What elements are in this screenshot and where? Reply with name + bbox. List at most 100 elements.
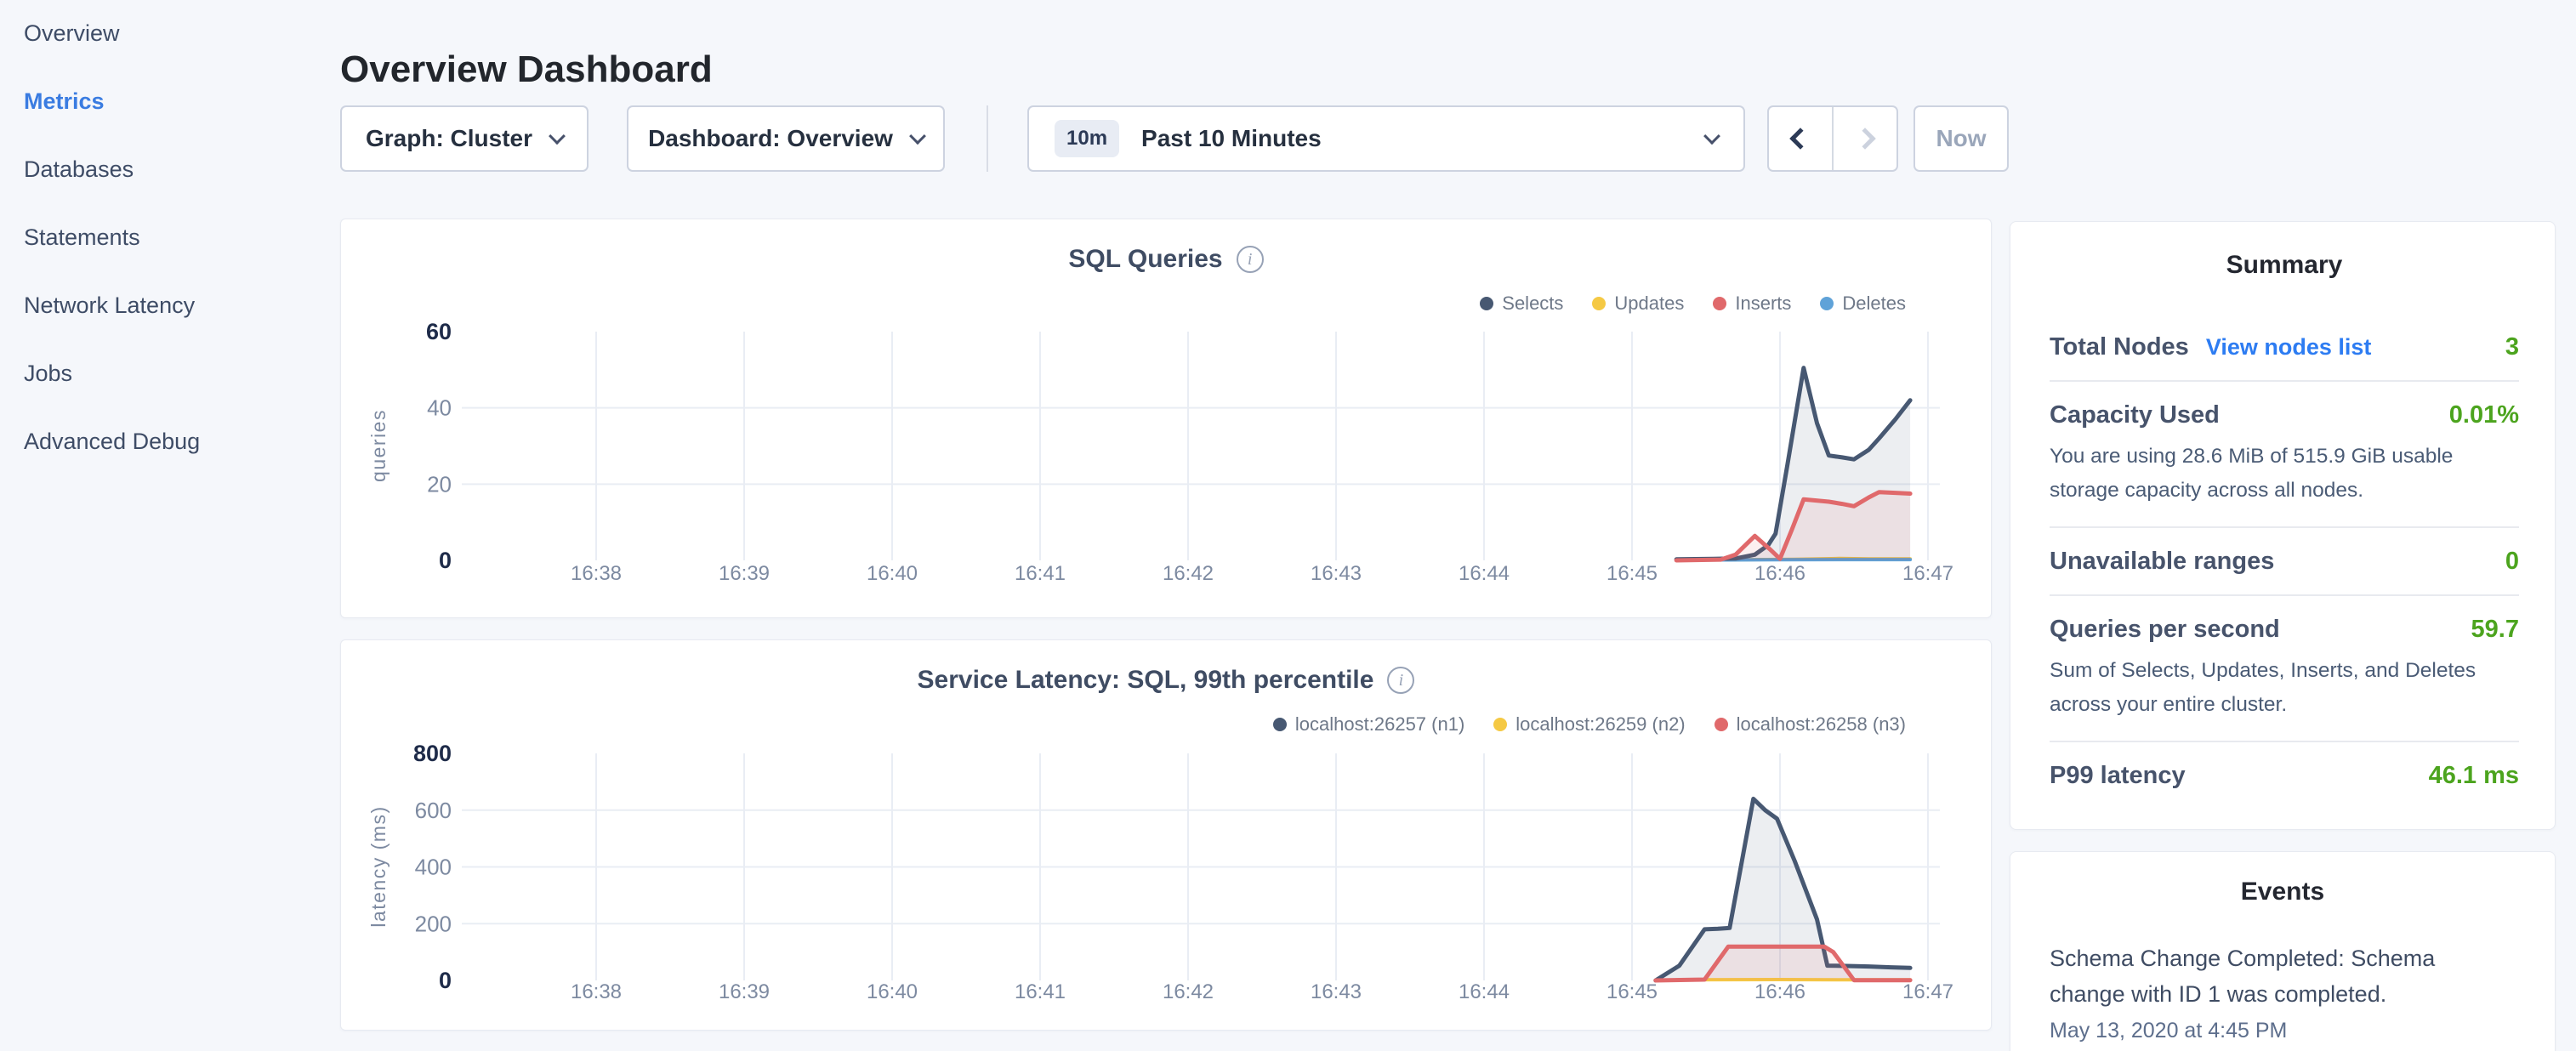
sidebar: Overview Metrics Databases Statements Ne… — [0, 0, 340, 1051]
capacity-used-value: 0.01% — [2449, 401, 2519, 429]
summary-row-queries-per-second: Queries per second 59.7 Sum of Selects, … — [2050, 594, 2519, 741]
time-range-label: Past 10 Minutes — [1141, 125, 1706, 152]
chart-legend: Selects Updates Inserts Deletes — [1480, 293, 1906, 315]
sidebar-item-metrics[interactable]: Metrics — [24, 88, 105, 115]
event-list-item[interactable]: Schema Change Completed: Schema change w… — [2050, 940, 2516, 1043]
capacity-used-label: Capacity Used — [2050, 401, 2220, 429]
time-pager — [1767, 105, 1898, 172]
legend-label: localhost:26257 (n1) — [1295, 713, 1464, 736]
summary-row-p99-latency: P99 latency 46.1 ms — [2050, 741, 2519, 809]
svg-text:200: 200 — [415, 911, 452, 936]
sidebar-item-databases[interactable]: Databases — [24, 156, 134, 183]
graph-scope-label: Graph: Cluster — [366, 125, 532, 152]
p99-latency-label: P99 latency — [2050, 762, 2186, 790]
chart-canvas: 16:3816:3916:4016:4116:4216:4316:4416:45… — [341, 640, 1993, 1031]
legend-dot — [1493, 718, 1507, 731]
p99-latency-value: 46.1 ms — [2429, 762, 2519, 790]
chevron-down-icon — [909, 128, 926, 145]
dashboard-label: Dashboard: Overview — [648, 125, 893, 152]
svg-text:16:39: 16:39 — [719, 980, 770, 1003]
queries-per-second-label: Queries per second — [2050, 616, 2280, 644]
svg-text:800: 800 — [413, 741, 452, 766]
legend-dot — [1714, 718, 1728, 731]
legend-item: Selects — [1480, 293, 1563, 315]
chart-title: Service Latency: SQL, 99th percentile — [918, 666, 1374, 695]
graph-scope-dropdown[interactable]: Graph: Cluster — [340, 105, 589, 172]
unavailable-ranges-value: 0 — [2505, 548, 2519, 576]
legend-dot — [1592, 297, 1606, 310]
sidebar-item-network-latency[interactable]: Network Latency — [24, 293, 195, 319]
legend-item: Updates — [1592, 293, 1684, 315]
service-latency-plot[interactable]: 16:3816:3916:4016:4116:4216:4316:4416:45… — [341, 640, 1991, 1030]
event-timestamp: May 13, 2020 at 4:45 PM — [2050, 1019, 2516, 1043]
sidebar-item-statements[interactable]: Statements — [24, 224, 140, 251]
total-nodes-value: 3 — [2505, 333, 2519, 361]
svg-text:16:45: 16:45 — [1606, 980, 1658, 1003]
svg-text:60: 60 — [426, 319, 452, 344]
svg-text:16:46: 16:46 — [1754, 980, 1805, 1003]
chart-canvas: 16:3816:3916:4016:4116:4216:4316:4416:45… — [341, 219, 1993, 619]
sidebar-item-jobs[interactable]: Jobs — [24, 361, 72, 387]
info-icon[interactable]: i — [1237, 246, 1264, 273]
legend-label: Selects — [1502, 293, 1563, 315]
legend-dot — [1273, 718, 1287, 731]
chevron-left-icon — [1789, 128, 1811, 149]
legend-item: Inserts — [1713, 293, 1791, 315]
svg-text:20: 20 — [427, 471, 452, 497]
svg-text:400: 400 — [415, 855, 452, 880]
svg-text:16:47: 16:47 — [1902, 562, 1953, 585]
svg-text:16:38: 16:38 — [571, 562, 622, 585]
service-latency-chart-card: Service Latency: SQL, 99th percentile i … — [340, 639, 1992, 1031]
legend-dot — [1713, 297, 1726, 310]
chart-title-row: SQL Queries i — [341, 245, 1991, 274]
sidebar-item-overview[interactable]: Overview — [24, 20, 120, 47]
sql-queries-plot[interactable]: 16:3816:3916:4016:4116:4216:4316:4416:45… — [341, 219, 1991, 617]
now-button[interactable]: Now — [1914, 105, 2009, 172]
chart-title-row: Service Latency: SQL, 99th percentile i — [341, 666, 1991, 695]
svg-text:0: 0 — [439, 548, 452, 573]
legend-item: Deletes — [1820, 293, 1906, 315]
legend-dot — [1480, 297, 1493, 310]
events-panel: Events Schema Change Completed: Schema c… — [2010, 851, 2556, 1051]
summary-panel: Summary Total Nodes View nodes list 3 Ca… — [2010, 221, 2556, 830]
time-back-button[interactable] — [1769, 107, 1832, 170]
svg-text:16:43: 16:43 — [1311, 562, 1362, 585]
svg-text:16:45: 16:45 — [1606, 562, 1658, 585]
svg-text:16:38: 16:38 — [571, 980, 622, 1003]
svg-text:40: 40 — [427, 395, 452, 421]
view-nodes-list-link[interactable]: View nodes list — [2206, 334, 2372, 361]
svg-text:latency (ms): latency (ms) — [367, 805, 390, 927]
capacity-used-description: You are using 28.6 MiB of 515.9 GiB usab… — [2050, 440, 2513, 508]
time-forward-button-disabled[interactable] — [1834, 107, 1896, 170]
summary-row-capacity-used: Capacity Used 0.01% You are using 28.6 M… — [2050, 380, 2519, 526]
summary-row-unavailable-ranges: Unavailable ranges 0 — [2050, 526, 2519, 594]
total-nodes-label: Total Nodes — [2050, 333, 2189, 361]
info-icon[interactable]: i — [1387, 667, 1414, 694]
svg-text:16:42: 16:42 — [1163, 562, 1214, 585]
legend-label: Updates — [1614, 293, 1684, 315]
chevron-right-icon — [1854, 128, 1875, 149]
legend-label: localhost:26259 (n2) — [1515, 713, 1685, 736]
svg-text:queries: queries — [367, 409, 390, 482]
legend-dot — [1820, 297, 1834, 310]
time-range-selector[interactable]: 10m Past 10 Minutes — [1027, 105, 1745, 172]
svg-text:16:44: 16:44 — [1459, 980, 1510, 1003]
legend-label: localhost:26258 (n3) — [1737, 713, 1906, 736]
summary-row-total-nodes: Total Nodes View nodes list 3 — [2050, 314, 2519, 380]
page-title: Overview Dashboard — [340, 48, 713, 91]
dashboard-dropdown[interactable]: Dashboard: Overview — [627, 105, 945, 172]
queries-per-second-description: Sum of Selects, Updates, Inserts, and De… — [2050, 654, 2513, 722]
svg-text:16:47: 16:47 — [1902, 980, 1953, 1003]
controls-divider — [987, 105, 988, 172]
legend-item: localhost:26257 (n1) — [1273, 713, 1464, 736]
svg-text:16:39: 16:39 — [719, 562, 770, 585]
chart-title: SQL Queries — [1068, 245, 1222, 274]
summary-title: Summary — [2050, 251, 2519, 280]
svg-text:16:42: 16:42 — [1163, 980, 1214, 1003]
sidebar-item-advanced-debug[interactable]: Advanced Debug — [24, 429, 200, 455]
legend-item: localhost:26258 (n3) — [1714, 713, 1906, 736]
chart-legend: localhost:26257 (n1) localhost:26259 (n2)… — [1273, 713, 1906, 736]
svg-text:16:40: 16:40 — [867, 562, 918, 585]
chevron-down-icon — [549, 128, 566, 145]
svg-text:16:46: 16:46 — [1754, 562, 1805, 585]
